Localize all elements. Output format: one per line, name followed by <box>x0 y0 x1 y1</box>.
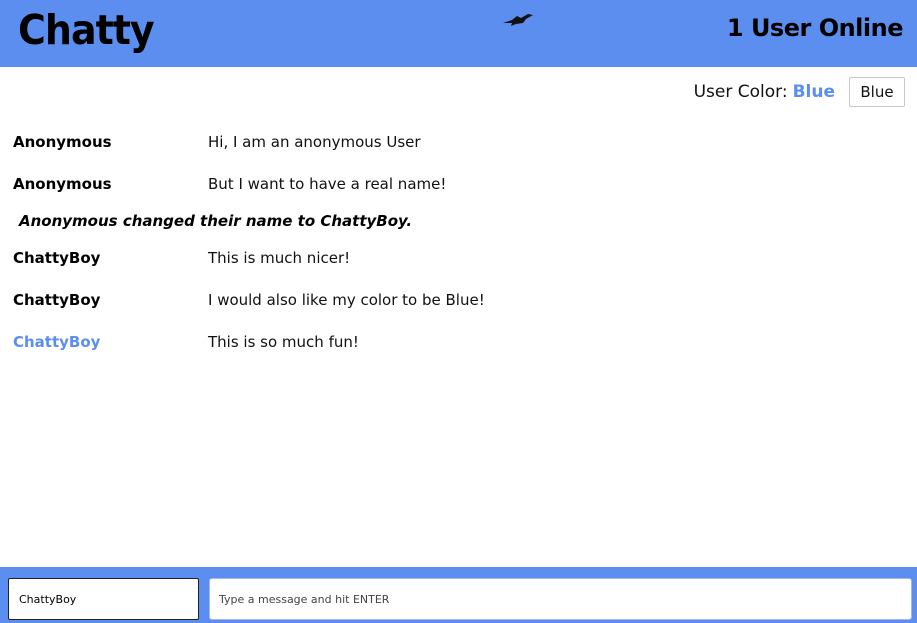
user-color-label: User Color: <box>693 82 788 102</box>
message-text: But I want to have a real name! <box>208 175 447 193</box>
chat-app: Chatty 1 User Online User Color: Blue Bl… <box>0 0 917 623</box>
message-text: This is much nicer! <box>208 249 351 267</box>
message-username: Anonymous <box>13 175 112 193</box>
message-username: ChattyBoy <box>13 249 101 267</box>
bird-icon <box>503 14 533 26</box>
message-text: I would also like my color to be Blue! <box>208 291 485 309</box>
color-select-button[interactable]: Blue <box>849 77 905 107</box>
message-row: Anonymous But I want to have a real name… <box>0 175 917 199</box>
footer-bar <box>0 567 917 623</box>
message-row: ChattyBoy This is much nicer! <box>0 249 917 273</box>
message-username: Anonymous <box>13 133 112 151</box>
message-text: This is so much fun! <box>208 333 359 351</box>
user-color-value: Blue <box>792 82 835 102</box>
message-row: ChattyBoy This is so much fun! <box>0 333 917 357</box>
message-text: Hi, I am an anonymous User <box>208 133 421 151</box>
message-username: ChattyBoy <box>13 333 101 351</box>
username-input[interactable] <box>8 578 199 620</box>
message-row: Anonymous Hi, I am an anonymous User <box>0 133 917 157</box>
users-online-count: 1 User Online <box>726 14 904 42</box>
header-bar: Chatty 1 User Online <box>0 0 917 67</box>
app-title: Chatty <box>18 6 155 54</box>
user-color-setting: User Color: Blue Blue <box>694 77 905 107</box>
system-message: Anonymous changed their name to ChattyBo… <box>19 212 413 230</box>
message-input[interactable] <box>209 578 912 620</box>
message-username: ChattyBoy <box>13 291 101 309</box>
message-row: ChattyBoy I would also like my color to … <box>0 291 917 315</box>
